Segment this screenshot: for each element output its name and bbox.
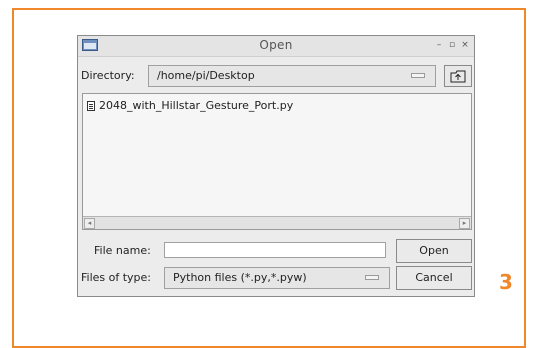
maximize-icon[interactable]: ▫ <box>447 39 457 51</box>
filetype-label: Files of type: <box>81 271 152 284</box>
open-button[interactable]: Open <box>396 239 472 263</box>
horizontal-scrollbar[interactable]: ◂ ▸ <box>83 216 471 229</box>
file-name: 2048_with_Hillstar_Gesture_Port.py <box>99 99 294 112</box>
close-icon[interactable]: × <box>460 39 470 51</box>
directory-label: Directory: <box>81 69 135 82</box>
list-item[interactable]: 2048_with_Hillstar_Gesture_Port.py <box>87 99 293 112</box>
filetype-value: Python files (*.py,*.pyw) <box>173 271 307 284</box>
step-number: 3 <box>499 270 513 294</box>
dialog-title: Open <box>259 38 293 52</box>
scroll-right-icon[interactable]: ▸ <box>459 218 470 229</box>
filename-label: File name: <box>94 244 151 257</box>
parent-directory-button[interactable] <box>444 65 472 87</box>
document-icon <box>87 100 95 111</box>
dropdown-arrow-icon <box>365 275 379 280</box>
folder-up-icon <box>450 70 466 83</box>
dropdown-arrow-icon <box>411 73 425 78</box>
open-file-dialog: Open – ▫ × Directory: /home/pi/Desktop 2… <box>77 35 475 297</box>
title-bar[interactable]: Open – ▫ × <box>78 36 474 57</box>
cancel-button[interactable]: Cancel <box>396 266 472 290</box>
filetype-dropdown[interactable]: Python files (*.py,*.pyw) <box>164 267 390 289</box>
directory-dropdown[interactable]: /home/pi/Desktop <box>148 65 436 87</box>
file-list[interactable]: 2048_with_Hillstar_Gesture_Port.py ◂ ▸ <box>82 93 472 230</box>
filename-input[interactable] <box>164 242 386 258</box>
scroll-left-icon[interactable]: ◂ <box>84 218 95 229</box>
directory-value: /home/pi/Desktop <box>157 69 255 82</box>
minimize-icon[interactable]: – <box>434 39 444 51</box>
